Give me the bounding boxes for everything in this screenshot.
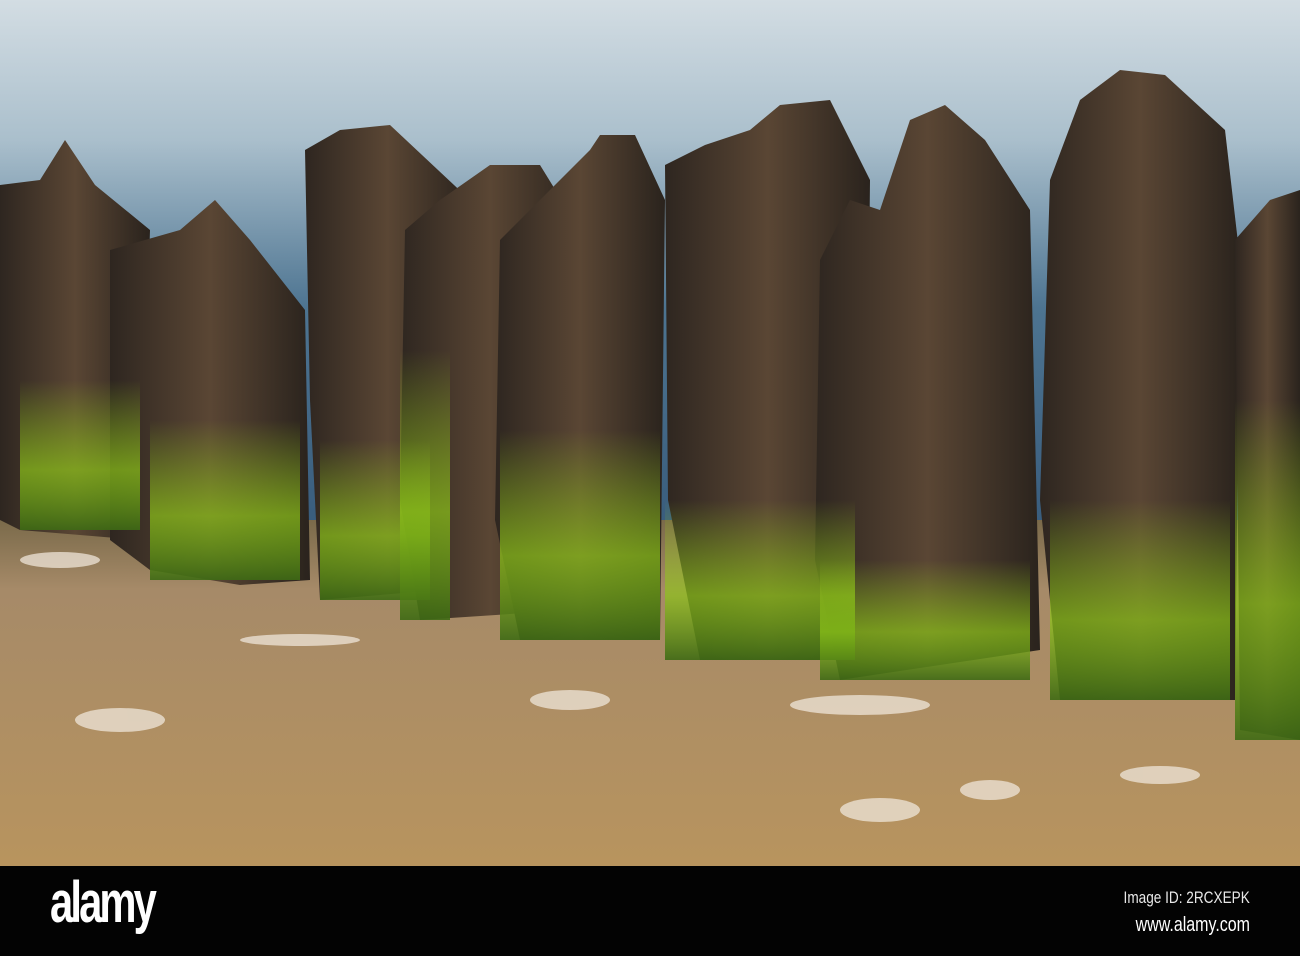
stock-photo: alamy Image ID: 2RCXEPK www.alamy.com xyxy=(0,0,1300,956)
image-id: Image ID: 2RCXEPK xyxy=(1123,888,1250,907)
alamy-logo: alamy xyxy=(50,870,157,935)
watermark-bar: alamy Image ID: 2RCXEPK www.alamy.com xyxy=(0,866,1300,956)
website-url: www.alamy.com xyxy=(1135,914,1250,936)
groyne-photo xyxy=(0,0,1300,866)
